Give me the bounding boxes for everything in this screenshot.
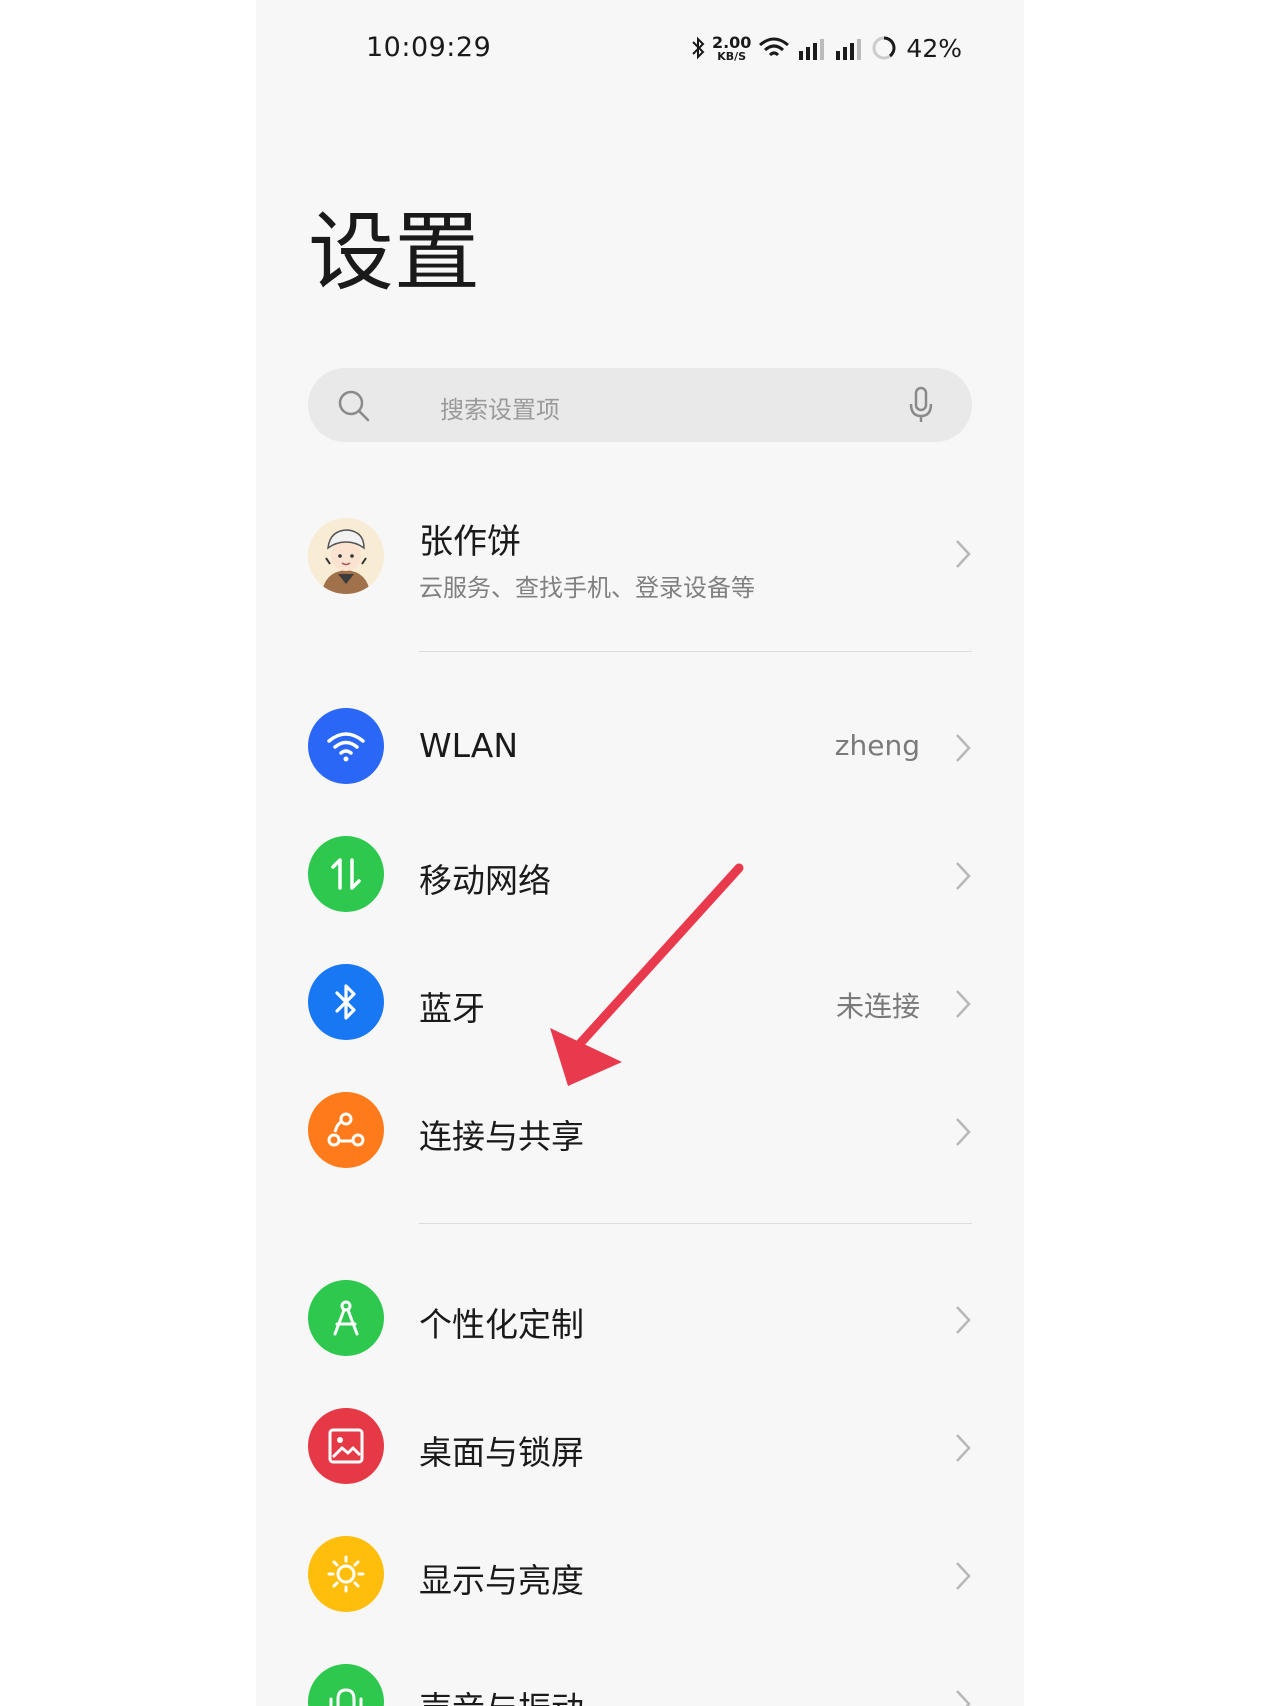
menu-item-display-brightness[interactable]: 显示与亮度 <box>308 1536 972 1614</box>
status-time: 10:09:29 <box>366 32 492 63</box>
search-placeholder: 搜索设置项 <box>440 396 560 424</box>
bluetooth-status-icon <box>691 36 705 60</box>
battery-icon <box>871 35 897 61</box>
chevron-right-icon <box>954 538 972 574</box>
menu-item-bluetooth[interactable]: 蓝牙 未连接 <box>308 964 972 1042</box>
menu-item-personalization[interactable]: 个性化定制 <box>308 1280 972 1358</box>
menu-label-display-brightness: 显示与亮度 <box>419 1561 584 1600</box>
image-icon <box>308 1408 384 1484</box>
sun-icon <box>308 1536 384 1612</box>
menu-item-connection-sharing[interactable]: 连接与共享 <box>308 1092 972 1170</box>
share-network-icon <box>308 1092 384 1168</box>
divider <box>419 651 972 652</box>
bluetooth-value: 未连接 <box>835 990 920 1023</box>
signal-2-icon <box>834 35 864 61</box>
battery-percent: 42% <box>906 33 962 63</box>
bell-icon <box>308 1664 384 1706</box>
page-title: 设置 <box>308 203 480 303</box>
search-icon <box>336 388 372 428</box>
chevron-right-icon <box>954 1304 972 1340</box>
network-speed: 2.00 KB/S <box>711 32 752 63</box>
chevron-right-icon <box>954 860 972 896</box>
divider <box>419 1223 972 1224</box>
settings-screen: 10:09:29 2.00 KB/S 42% 设置 搜索设置项 张作饼 云服务、… <box>256 0 1024 1706</box>
menu-label-wlan: WLAN <box>419 726 519 765</box>
bluetooth-icon <box>308 964 384 1040</box>
menu-item-mobile-network[interactable]: 移动网络 <box>308 836 972 914</box>
search-bar[interactable]: 搜索设置项 <box>308 368 972 442</box>
menu-label-connection-sharing: 连接与共享 <box>419 1117 584 1156</box>
menu-label-home-lock-screen: 桌面与锁屏 <box>419 1433 584 1472</box>
account-subtitle: 云服务、查找手机、登录设备等 <box>419 574 755 602</box>
chevron-right-icon <box>954 1560 972 1596</box>
chevron-right-icon <box>954 988 972 1024</box>
menu-label-sound-vibration: 声音与振动 <box>419 1682 584 1706</box>
compass-icon <box>308 1280 384 1356</box>
avatar <box>308 518 384 594</box>
chevron-right-icon <box>954 1688 972 1706</box>
account-row[interactable]: 张作饼 云服务、查找手机、登录设备等 <box>308 510 972 602</box>
network-speed-unit: KB/S <box>717 49 747 63</box>
network-speed-value: 2.00 <box>711 32 752 52</box>
menu-item-home-lock-screen[interactable]: 桌面与锁屏 <box>308 1408 972 1486</box>
menu-item-wlan[interactable]: WLAN zheng <box>308 708 972 786</box>
chevron-right-icon <box>954 1432 972 1468</box>
signal-1-icon <box>797 35 827 61</box>
menu-label-bluetooth: 蓝牙 <box>419 989 485 1028</box>
microphone-icon[interactable] <box>908 386 934 428</box>
menu-label-mobile-network: 移动网络 <box>419 861 551 900</box>
mobile-data-icon <box>308 836 384 912</box>
wifi-status-icon <box>758 36 790 60</box>
wifi-icon <box>308 708 384 784</box>
chevron-right-icon <box>954 732 972 768</box>
wlan-value: zheng <box>834 729 920 762</box>
status-icons: 2.00 KB/S 42% <box>691 30 962 66</box>
account-name: 张作饼 <box>419 522 521 562</box>
chevron-right-icon <box>954 1116 972 1152</box>
menu-label-personalization: 个性化定制 <box>419 1305 584 1344</box>
menu-item-sound-vibration[interactable]: 声音与振动 <box>308 1664 972 1706</box>
